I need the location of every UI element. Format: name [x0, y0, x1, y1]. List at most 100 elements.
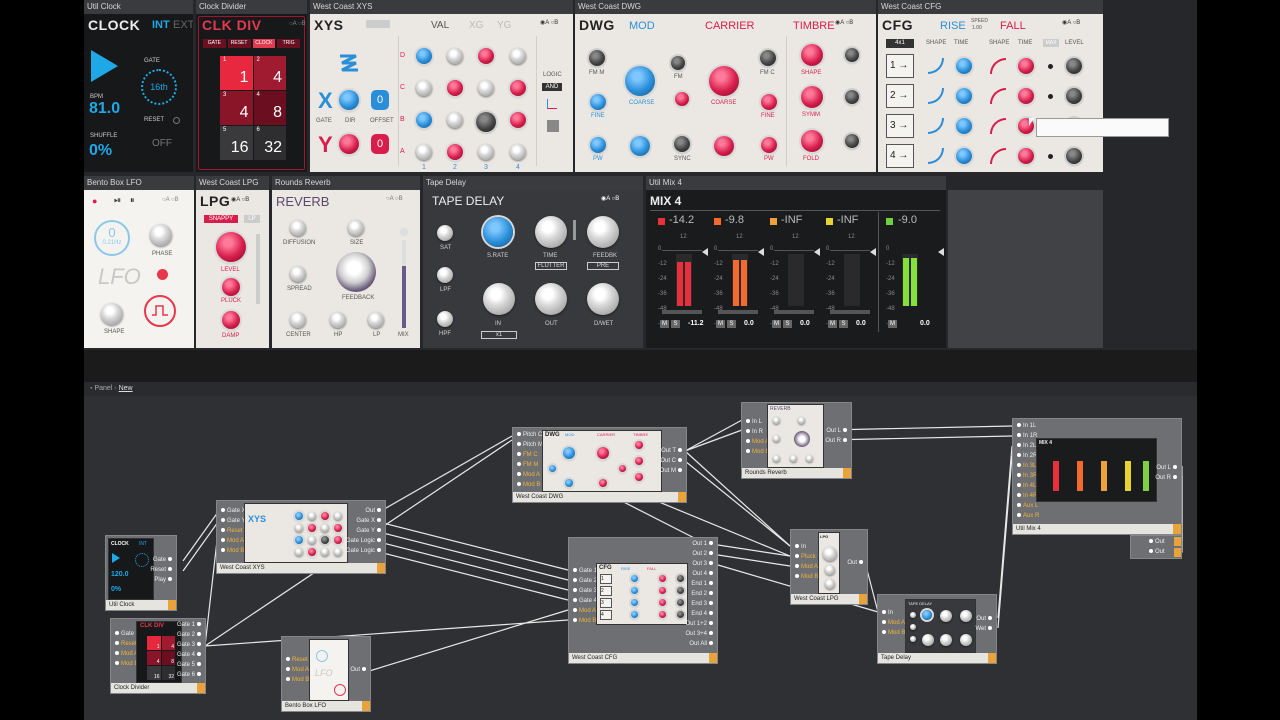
- patch-port-in[interactable]: Mod A: [571, 606, 597, 616]
- patch-port-in[interactable]: Mod B: [113, 659, 138, 669]
- port-jack-icon[interactable]: [286, 677, 290, 682]
- patch-port-in[interactable]: Mod B: [219, 546, 246, 556]
- port-jack-icon[interactable]: [573, 588, 577, 593]
- port-jack-icon[interactable]: [709, 551, 713, 556]
- port-jack-icon[interactable]: [746, 429, 750, 434]
- patch-port-in[interactable]: Mod B: [284, 675, 309, 685]
- port-jack-icon[interactable]: [709, 611, 713, 616]
- patch-port-out[interactable]: Gate 1: [177, 620, 203, 630]
- patch-port-in[interactable]: Gate 3: [571, 586, 597, 596]
- node-xys[interactable]: Gate X Gate Y Reset Mod A Mod B XYS Out Gate …: [216, 500, 386, 574]
- port-jack-icon[interactable]: [517, 432, 521, 437]
- port-jack-icon[interactable]: [517, 462, 521, 467]
- patch-port-out[interactable]: Gate 2: [177, 630, 203, 640]
- patch-port-in[interactable]: In: [880, 608, 905, 618]
- port-jack-icon[interactable]: [168, 577, 172, 582]
- port-jack-icon[interactable]: [709, 541, 713, 546]
- node-lpg[interactable]: In Pluck Mod A Mod B LPG Out West Coast LPG: [790, 529, 868, 605]
- port-jack-icon[interactable]: [1017, 483, 1021, 488]
- port-jack-icon[interactable]: [795, 544, 799, 549]
- patch-port-out[interactable]: Gate 5: [177, 660, 203, 670]
- port-jack-icon[interactable]: [678, 458, 682, 463]
- node-lfo[interactable]: Reset Mod A Mod B LFO Out Bento Box LFO: [281, 636, 371, 712]
- patch-port-out[interactable]: Gate 6: [177, 670, 203, 680]
- port-jack-icon[interactable]: [221, 528, 225, 533]
- patch-port-out[interactable]: Out: [346, 506, 383, 516]
- patch-port-in[interactable]: Aux R: [1015, 511, 1039, 521]
- patch-port-out[interactable]: Gate: [150, 555, 174, 565]
- port-jack-icon[interactable]: [1017, 453, 1021, 458]
- patch-port-in[interactable]: Mod A: [219, 536, 246, 546]
- port-jack-icon[interactable]: [377, 528, 381, 533]
- patch-port-in[interactable]: Mod A: [284, 665, 309, 675]
- patch-port-in[interactable]: Mod B: [571, 616, 597, 626]
- port-jack-icon[interactable]: [115, 631, 119, 636]
- port-jack-icon[interactable]: [1173, 475, 1177, 480]
- port-jack-icon[interactable]: [1017, 463, 1021, 468]
- port-jack-icon[interactable]: [221, 518, 225, 523]
- patch-port-in[interactable]: Mod A: [113, 649, 138, 659]
- port-jack-icon[interactable]: [709, 621, 713, 626]
- port-jack-icon[interactable]: [709, 571, 713, 576]
- patch-port-out[interactable]: End 1: [685, 579, 715, 589]
- patch-port-in[interactable]: In L: [744, 417, 769, 427]
- patch-port-in[interactable]: Reset: [219, 526, 246, 536]
- port-jack-icon[interactable]: [377, 508, 381, 513]
- patch-port-in[interactable]: Gate 1: [571, 566, 597, 576]
- port-jack-icon[interactable]: [746, 439, 750, 444]
- patch-port-in[interactable]: Pluck: [793, 552, 818, 562]
- port-jack-icon[interactable]: [517, 482, 521, 487]
- port-jack-icon[interactable]: [197, 632, 201, 637]
- port-jack-icon[interactable]: [197, 662, 201, 667]
- port-jack-icon[interactable]: [988, 626, 992, 631]
- node-output[interactable]: Out Out: [1130, 535, 1182, 559]
- patch-port-in[interactable]: In: [793, 542, 818, 552]
- port-jack-icon[interactable]: [573, 568, 577, 573]
- port-jack-icon[interactable]: [678, 448, 682, 453]
- port-jack-icon[interactable]: [1017, 493, 1021, 498]
- port-jack-icon[interactable]: [709, 591, 713, 596]
- patch-port-in[interactable]: Pitch M: [515, 440, 543, 450]
- node-clock-divider[interactable]: Gate Reset Mod A Mod B CLK DIV 1 4 4 8 16 32 Gat…: [110, 618, 206, 694]
- port-jack-icon[interactable]: [115, 661, 119, 666]
- port-jack-icon[interactable]: [795, 574, 799, 579]
- patch-port-in[interactable]: Mod B: [744, 447, 769, 457]
- patch-port-in[interactable]: Gate 4: [571, 596, 597, 606]
- port-jack-icon[interactable]: [1173, 465, 1177, 470]
- patch-port-out[interactable]: Out C: [660, 456, 684, 466]
- patch-port-in[interactable]: Gate 2: [571, 576, 597, 586]
- port-jack-icon[interactable]: [573, 608, 577, 613]
- port-jack-icon[interactable]: [795, 564, 799, 569]
- port-jack-icon[interactable]: [1149, 549, 1153, 554]
- patch-port-out[interactable]: Wet: [975, 624, 994, 634]
- port-jack-icon[interactable]: [377, 538, 381, 543]
- port-jack-icon[interactable]: [843, 438, 847, 443]
- port-jack-icon[interactable]: [221, 548, 225, 553]
- port-jack-icon[interactable]: [1017, 443, 1021, 448]
- port-jack-icon[interactable]: [1149, 539, 1153, 544]
- port-jack-icon[interactable]: [882, 610, 886, 615]
- port-jack-icon[interactable]: [197, 622, 201, 627]
- port-jack-icon[interactable]: [362, 667, 366, 672]
- patch-port-in[interactable]: In R: [744, 427, 769, 437]
- patch-port-out[interactable]: End 3: [685, 599, 715, 609]
- patch-port-out[interactable]: Out 1: [685, 539, 715, 549]
- port-jack-icon[interactable]: [882, 620, 886, 625]
- patch-port-in[interactable]: Mod B: [793, 572, 818, 582]
- patch-port-out[interactable]: Out R: [1155, 473, 1179, 483]
- patch-port-out[interactable]: Reset: [150, 565, 174, 575]
- patch-port-out[interactable]: Out T: [660, 446, 684, 456]
- patch-port-out[interactable]: Gate X: [346, 516, 383, 526]
- port-jack-icon[interactable]: [709, 561, 713, 566]
- port-jack-icon[interactable]: [1017, 503, 1021, 508]
- patch-port-in[interactable]: Mod B: [515, 480, 543, 490]
- patch-port-out[interactable]: Out L: [1155, 463, 1179, 473]
- port-jack-icon[interactable]: [746, 419, 750, 424]
- port-jack-icon[interactable]: [709, 631, 713, 636]
- patch-port-in[interactable]: FM M: [515, 460, 543, 470]
- patch-port-out[interactable]: Out 4: [685, 569, 715, 579]
- port-jack-icon[interactable]: [1017, 513, 1021, 518]
- patch-port-out[interactable]: Out 3: [685, 559, 715, 569]
- patch-port-out[interactable]: Out All: [685, 639, 715, 649]
- node-reverb[interactable]: In L In R Mod A Mod B REVERB Out L Out R Rou…: [741, 402, 852, 479]
